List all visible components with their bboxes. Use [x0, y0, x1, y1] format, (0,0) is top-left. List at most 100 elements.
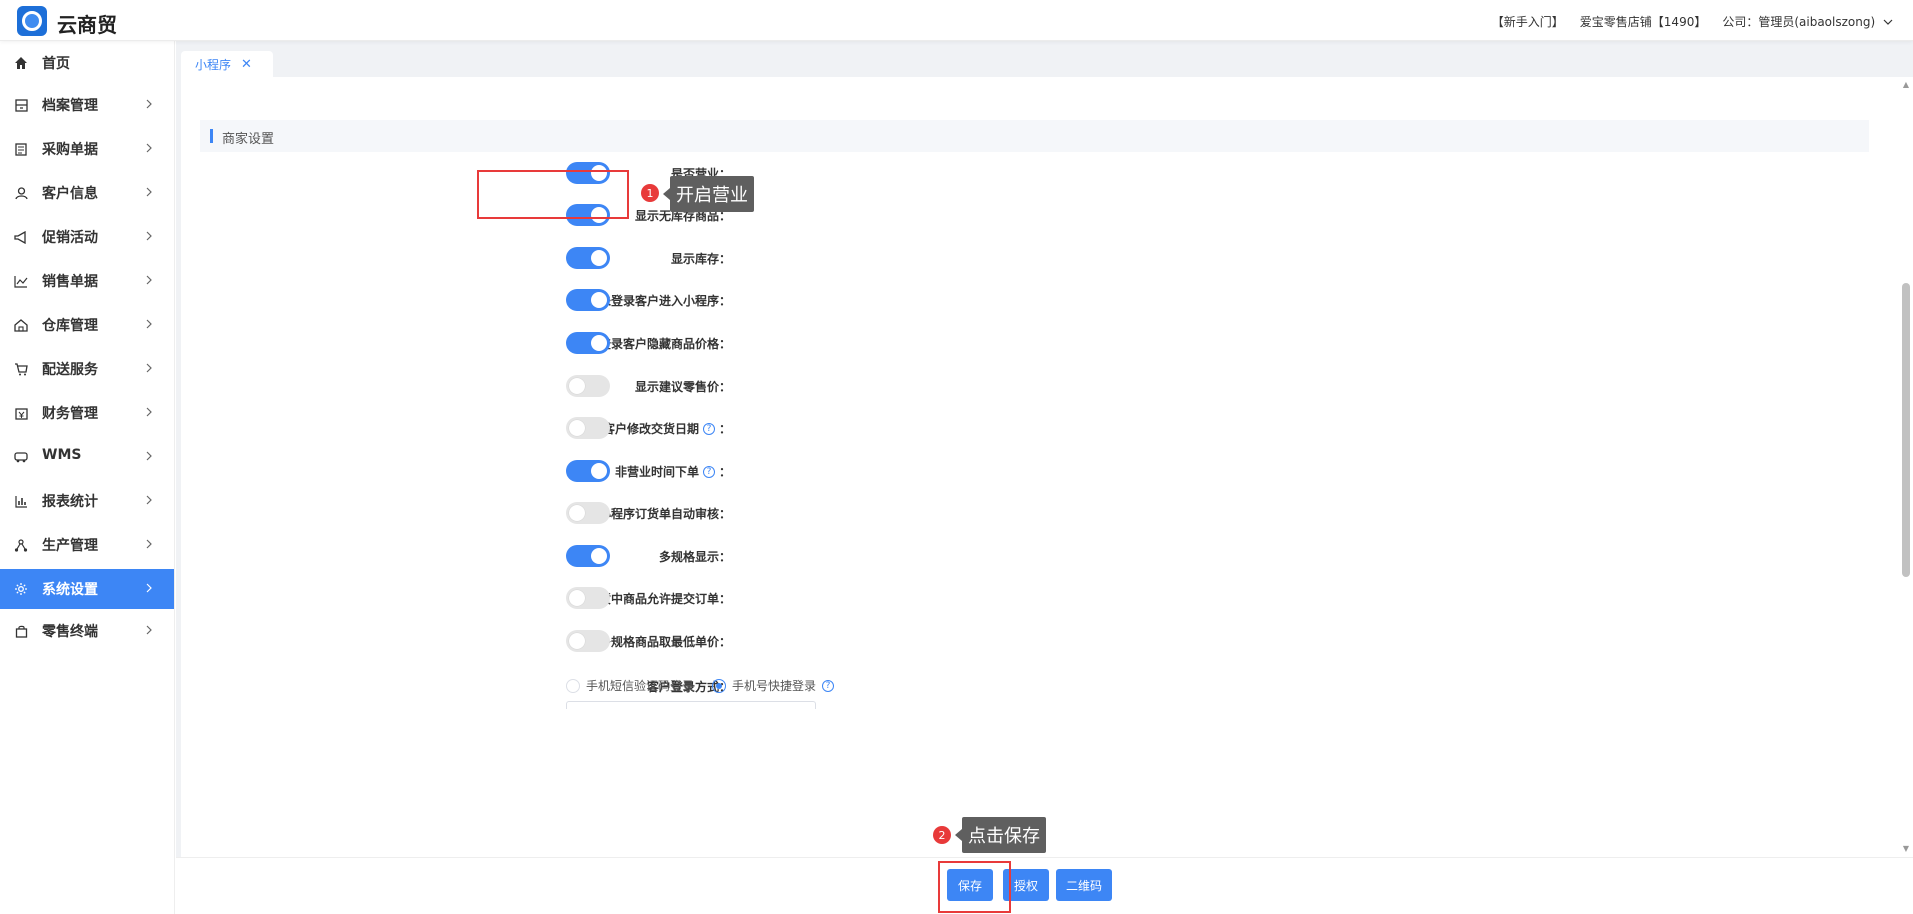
- sidebar-item-label: 系统设置: [42, 582, 98, 598]
- sidebar-item-label: 零售终端: [42, 624, 98, 640]
- setting-label-text: 非营业时间下单: [614, 465, 699, 479]
- help-icon[interactable]: ?: [702, 465, 715, 478]
- toggle-knob: [591, 463, 607, 479]
- sidebar-item-11[interactable]: 生产管理: [0, 525, 174, 565]
- setting-label-text: 显示库存：: [670, 252, 731, 266]
- tab-miniprogram[interactable]: 小程序 ✕: [181, 51, 273, 77]
- help-icon[interactable]: ?: [822, 679, 835, 692]
- chart-line-icon: [13, 273, 29, 289]
- sidebar-item-label: 生产管理: [42, 538, 98, 554]
- chevron-right-icon: [143, 361, 157, 375]
- user-icon: [13, 185, 29, 201]
- help-icon[interactable]: ?: [702, 422, 715, 435]
- sidebar-item-0[interactable]: 首页: [0, 43, 174, 83]
- radio-button-selected[interactable]: [712, 678, 727, 693]
- colon: ：: [718, 465, 731, 479]
- chevron-right-icon: [143, 317, 157, 331]
- company-user-label: 公司：管理员(aibaolszong): [1722, 15, 1876, 29]
- chevron-right-icon: [143, 97, 157, 111]
- sidebar-item-5[interactable]: 销售单据: [0, 261, 174, 301]
- toggle-knob: [591, 250, 607, 266]
- toggle-switch[interactable]: [566, 460, 610, 482]
- setting-row: 是否营业：: [181, 160, 1899, 186]
- setting-row: 多规格显示：: [181, 543, 1899, 569]
- callout-open-business: 开启营业: [663, 176, 754, 212]
- radio-sms-login[interactable]: 手机短信验证码登录: [566, 677, 694, 694]
- company-user-menu[interactable]: 公司：管理员(aibaolszong): [1722, 13, 1893, 30]
- toggle-switch[interactable]: [566, 332, 610, 354]
- sidebar-item-12[interactable]: 系统设置: [0, 569, 174, 609]
- chevron-right-icon: [143, 623, 157, 637]
- scroll-down-icon[interactable]: ▼: [1902, 845, 1910, 853]
- step-badge-2: 2: [933, 826, 951, 844]
- setting-row: 小程序订货单自动审核：: [181, 500, 1899, 526]
- finance-icon: [13, 405, 29, 421]
- toggle-switch[interactable]: [566, 587, 610, 609]
- megaphone-icon: [13, 229, 29, 245]
- sidebar-item-3[interactable]: 客户信息: [0, 173, 174, 213]
- section-header: 商家设置: [200, 120, 1869, 152]
- sidebar-item-label: WMS: [42, 447, 82, 463]
- sidebar-item-label: 档案管理: [42, 98, 98, 114]
- radio-quick-login[interactable]: 手机号快捷登录 ?: [712, 677, 835, 694]
- archive-icon: [13, 97, 29, 113]
- highlight-box-business-toggle: [477, 170, 629, 219]
- sidebar-item-9[interactable]: WMS: [0, 437, 174, 477]
- chevron-right-icon: [143, 273, 157, 287]
- settings-panel: 商家设置 客户登录方式： 手机短信验证码登录 手机号快捷登录 ? 是否营业： 显…: [181, 77, 1899, 857]
- store-name: 爱宝零售店铺【1490】: [1579, 15, 1707, 29]
- toggle-switch[interactable]: [566, 630, 610, 652]
- chevron-right-icon: [143, 493, 157, 507]
- toggle-switch[interactable]: [566, 417, 610, 439]
- chevron-right-icon: [143, 185, 157, 199]
- sidebar-item-10[interactable]: 报表统计: [0, 481, 174, 521]
- setting-label: 多规格商品取最低单价：: [599, 633, 731, 650]
- radio-button[interactable]: [566, 678, 580, 693]
- beginner-guide-link[interactable]: 【新手入门】: [1492, 13, 1564, 30]
- setting-label: 非营业时间下单?：: [615, 463, 731, 480]
- home-icon: [13, 55, 29, 71]
- toggle-switch[interactable]: [566, 375, 610, 397]
- sidebar-item-label: 首页: [42, 56, 70, 72]
- cloud-logo-icon: [17, 6, 47, 36]
- sidebar-item-1[interactable]: 档案管理: [0, 85, 174, 125]
- sidebar-item-6[interactable]: 仓库管理: [0, 305, 174, 345]
- app-title: 云商贸: [57, 13, 117, 37]
- setting-label-text: 小程序订货单自动审核：: [598, 507, 731, 521]
- setting-label-text: 显示建议零售价：: [634, 380, 731, 394]
- setting-label: 小程序订货单自动审核：: [599, 505, 731, 522]
- top-header: 云商贸 【新手入门】 爱宝零售店铺【1490】 公司：管理员(aibaolszo…: [0, 0, 1913, 41]
- sidebar-item-2[interactable]: 采购单据: [0, 129, 174, 169]
- network-icon: [13, 537, 29, 553]
- sidebar-item-label: 客户信息: [42, 186, 98, 202]
- setting-row: 多规格商品取最低单价：: [181, 628, 1899, 654]
- setting-row: 非营业时间下单?：: [181, 458, 1899, 484]
- toggle-switch[interactable]: [566, 247, 610, 269]
- sidebar-item-13[interactable]: 零售终端: [0, 611, 174, 651]
- toggle-switch[interactable]: [566, 289, 610, 311]
- tab-strip: 小程序 ✕: [176, 41, 1913, 77]
- chevron-right-icon: [143, 405, 157, 419]
- close-icon[interactable]: ✕: [241, 57, 252, 72]
- colon: ：: [718, 422, 731, 436]
- scrollbar-thumb[interactable]: [1902, 283, 1910, 577]
- gear-icon: [13, 581, 29, 597]
- scroll-up-icon[interactable]: ▲: [1902, 81, 1910, 89]
- sidebar-item-7[interactable]: 配送服务: [0, 349, 174, 389]
- sidebar-item-4[interactable]: 促销活动: [0, 217, 174, 257]
- chevron-right-icon: [143, 581, 157, 595]
- sidebar-item-label: 采购单据: [42, 142, 98, 158]
- partial-input-field[interactable]: [566, 701, 816, 709]
- qrcode-button[interactable]: 二维码: [1056, 869, 1112, 901]
- toggle-switch[interactable]: [566, 545, 610, 567]
- cart-icon: [13, 361, 29, 377]
- vertical-scrollbar[interactable]: ▲ ▼: [1899, 77, 1913, 857]
- top-right-info: 【新手入门】 爱宝零售店铺【1490】 公司：管理员(aibaolszong): [1492, 13, 1893, 30]
- main-area: 小程序 ✕ 商家设置 客户登录方式： 手机短信验证码登录 手机号快捷登录 ? 是…: [176, 41, 1913, 914]
- toggle-switch[interactable]: [566, 502, 610, 524]
- sidebar: 首页档案管理采购单据客户信息促销活动 销售单据 仓库管理 配送服务财务管理 WMS 报表统…: [0, 41, 175, 914]
- sidebar-item-8[interactable]: 财务管理: [0, 393, 174, 433]
- setting-row: 显示库存：: [181, 245, 1899, 271]
- radio-label: 手机短信验证码登录: [586, 679, 695, 693]
- sidebar-item-label: 财务管理: [42, 406, 98, 422]
